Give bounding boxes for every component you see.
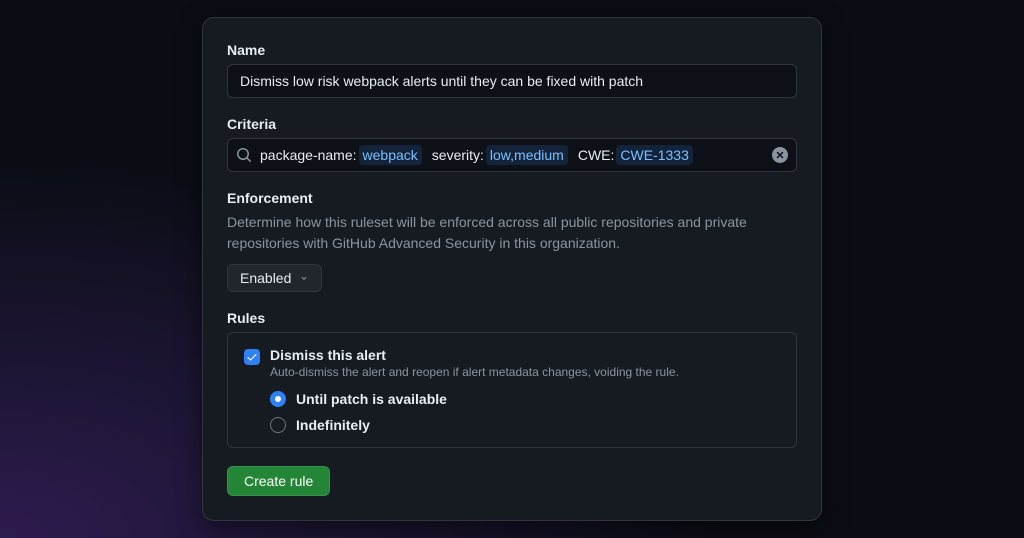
dismiss-alert-desc: Auto-dismiss the alert and reopen if ale… <box>270 365 780 379</box>
enforcement-label: Enforcement <box>227 190 797 206</box>
dismiss-duration-radio-group: Until patch is available Indefinitely <box>270 391 780 433</box>
rules-label: Rules <box>227 310 797 326</box>
radio-label: Until patch is available <box>296 391 447 407</box>
enforcement-value: Enabled <box>240 270 291 286</box>
criteria-token-key: package-name: <box>260 145 357 165</box>
criteria-label: Criteria <box>227 116 797 132</box>
ruleset-form-panel: Name Criteria package-name: webpack seve… <box>202 17 822 521</box>
create-rule-button[interactable]: Create rule <box>227 466 330 496</box>
name-input[interactable] <box>227 64 797 98</box>
dismiss-alert-row: Dismiss this alert Auto-dismiss the aler… <box>244 347 780 433</box>
enforcement-desc: Determine how this ruleset will be enfor… <box>227 212 797 254</box>
criteria-token-val: CWE-1333 <box>616 145 692 165</box>
radio-label: Indefinitely <box>296 417 370 433</box>
clear-icon[interactable] <box>772 147 788 163</box>
check-icon <box>246 351 258 363</box>
dismiss-alert-checkbox[interactable] <box>244 349 260 365</box>
radio-until-patch[interactable]: Until patch is available <box>270 391 780 407</box>
criteria-token-val: webpack <box>359 145 422 165</box>
criteria-token-key: severity: <box>432 145 484 165</box>
dismiss-alert-content: Dismiss this alert Auto-dismiss the aler… <box>270 347 780 433</box>
enforcement-dropdown[interactable]: Enabled <box>227 264 322 292</box>
chevron-down-icon <box>299 273 309 283</box>
enforcement-section: Enforcement Determine how this ruleset w… <box>227 190 797 292</box>
name-section: Name <box>227 42 797 98</box>
criteria-section: Criteria package-name: webpack severity:… <box>227 116 797 172</box>
criteria-input[interactable]: package-name: webpack severity: low,medi… <box>227 138 797 172</box>
radio-button <box>270 417 286 433</box>
radio-indefinitely[interactable]: Indefinitely <box>270 417 780 433</box>
name-label: Name <box>227 42 797 58</box>
criteria-token-key: CWE: <box>578 145 615 165</box>
rules-box: Dismiss this alert Auto-dismiss the aler… <box>227 332 797 448</box>
dismiss-alert-title: Dismiss this alert <box>270 347 780 363</box>
rules-section: Rules Dismiss this alert Auto-dismiss th… <box>227 310 797 448</box>
search-icon <box>236 147 252 163</box>
radio-button <box>270 391 286 407</box>
criteria-token-val: low,medium <box>486 145 568 165</box>
